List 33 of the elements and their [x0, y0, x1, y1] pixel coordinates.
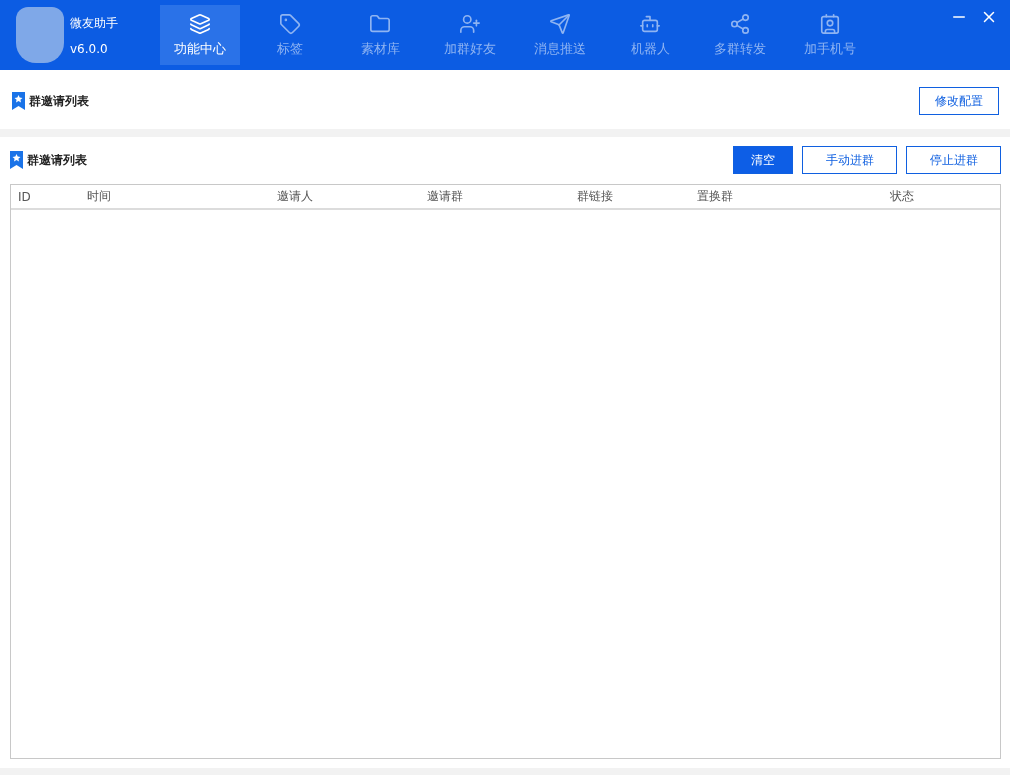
nav-tab[interactable]: 多群转发 [700, 5, 780, 65]
paper-plane-icon [549, 12, 571, 35]
app-name: 微友助手 [70, 14, 118, 32]
action-button[interactable]: 停止进群 [906, 146, 1001, 174]
nav-tab[interactable]: 机器人 [610, 5, 690, 65]
column-header: 时间 [86, 188, 112, 205]
nav-tab[interactable]: 加手机号 [790, 5, 870, 65]
panel-title: 群邀请列表 [29, 93, 89, 109]
column-header: 邀请人 [276, 188, 314, 205]
edit-config-button[interactable]: 修改配置 [919, 87, 999, 115]
app-logo [16, 7, 64, 63]
nav-tab[interactable]: 素材库 [340, 5, 420, 65]
column-header: 群链接 [576, 188, 614, 205]
share-icon [729, 12, 751, 35]
bookmark-star-icon [9, 151, 24, 169]
bookmark-star-icon [11, 92, 26, 110]
app-version: v6.0.0 [70, 41, 109, 56]
folder-icon [369, 12, 391, 35]
nav-tab[interactable]: 标签 [250, 5, 330, 65]
column-header: 置换群 [696, 188, 734, 205]
action-button[interactable]: 清空 [733, 146, 793, 174]
contact-card-icon [819, 12, 841, 35]
layers-icon [189, 12, 211, 35]
column-header: 状态 [889, 188, 915, 205]
column-header: ID [17, 189, 32, 204]
tag-icon [279, 12, 301, 35]
nav-tab[interactable]: 加群好友 [430, 5, 510, 65]
column-header: 邀请群 [426, 188, 464, 205]
user-plus-icon [459, 12, 481, 35]
nav-tab[interactable]: 消息推送 [520, 5, 600, 65]
nav-tab[interactable]: 功能中心 [160, 5, 240, 65]
panel-title: 群邀请列表 [27, 152, 87, 168]
action-button[interactable]: 手动进群 [802, 146, 897, 174]
